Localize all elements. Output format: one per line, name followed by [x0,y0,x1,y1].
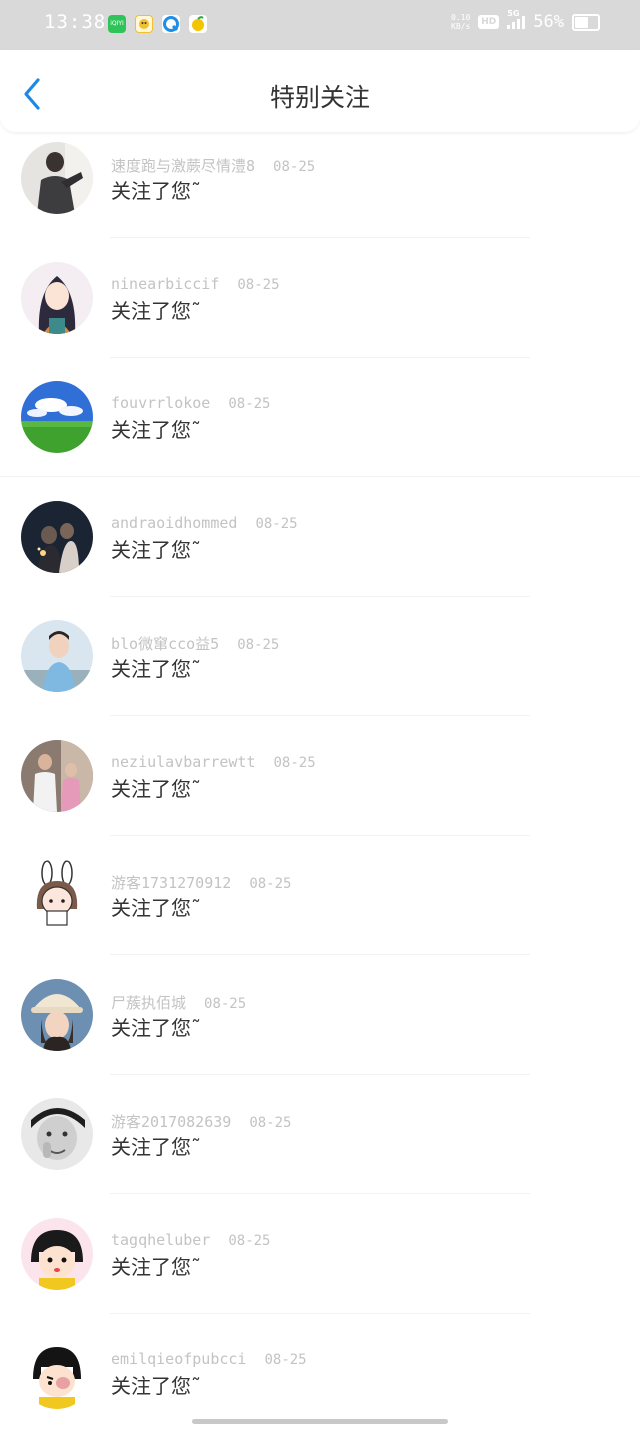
list-item[interactable]: emilqieofpubcci 08-25 关注了您˜ [0,1327,640,1447]
photo-couple-street-avatar[interactable] [21,739,93,812]
fruit-app-icon [189,15,207,33]
status-bar: 13:38 iQIYI 0.10 KB/s HD 5G 56% [0,0,640,50]
item-meta: tagqheluber 08-25 [111,1231,271,1249]
username[interactable]: emilqieofpubcci [111,1350,246,1368]
divider [110,954,530,955]
net-speed: 0.10 KB/s [451,13,471,31]
status-right-cluster: 0.10 KB/s HD 5G 56% [451,9,600,32]
item-meta: neziulavbarrewtt 08-25 [111,753,316,771]
divider [110,1073,530,1075]
photo-girl-bucket-hat-avatar[interactable] [21,978,93,1051]
item-meta: 游客2017082639 08-25 [111,1111,291,1132]
item-meta: blo微窜cco益5 08-25 [111,633,279,654]
date: 08-25 [255,515,298,532]
item-meta: 尸蔟执佰城 08-25 [111,992,246,1013]
item-meta: ninearbiccif 08-25 [111,275,280,293]
message: 关注了您˜ [111,896,201,920]
username[interactable]: neziulavbarrewtt [111,753,256,771]
message: 关注了您˜ [111,298,201,323]
message: 关注了您˜ [111,1015,201,1040]
list-item[interactable]: 游客1731270912 08-25 关注了您˜ [0,849,640,969]
page-title: 特别关注 [269,83,370,112]
battery-icon [572,13,600,31]
nav-bar: 特别关注 [0,50,640,132]
username[interactable]: 尸蔟执佰城 [111,992,186,1013]
status-time: 13:38 [44,11,107,33]
list-item[interactable]: tagqheluber 08-25 关注了您˜ [0,1208,640,1328]
divider [110,1312,530,1314]
photo-boy-avatar[interactable] [21,620,93,692]
divider [0,476,640,477]
item-meta: 速度跑与激蕨尽情澧8 08-25 [111,155,315,176]
message: 关注了您˜ [111,418,201,442]
date: 08-25 [237,637,280,653]
battery-fill [575,16,589,28]
message: 关注了您˜ [111,776,201,801]
divider [110,356,530,358]
date: 08-25 [264,1352,307,1368]
cartoon-maruko-cheek-avatar[interactable] [21,1337,93,1409]
landscape-sky-grass-avatar[interactable] [21,381,93,453]
battery-percent: 56% [533,12,564,32]
date: 08-25 [249,1115,292,1131]
message: 关注了您˜ [111,657,201,681]
list-item[interactable]: 速度跑与激蕨尽情澧8 08-25 关注了您˜ [0,132,640,252]
divider [110,834,530,836]
username[interactable]: 速度跑与激蕨尽情澧8 [111,155,255,176]
cartoon-app-icon [135,15,153,33]
status-app-icons: iQIYI [108,15,207,33]
message: 关注了您˜ [111,1254,201,1279]
date: 08-25 [204,995,247,1012]
username[interactable]: tagqheluber [111,1231,210,1249]
item-meta: andraoidhommed 08-25 [111,514,298,532]
signal-icon: 5G [507,9,526,29]
message: 关注了您˜ [111,1374,201,1398]
message: 关注了您˜ [111,1135,201,1159]
photo-grayscale-boy-avatar[interactable] [21,1098,93,1170]
date: 08-25 [228,1232,271,1249]
message: 关注了您˜ [111,537,201,562]
notification-list: 速度跑与激蕨尽情澧8 08-25 关注了您˜ ninearbiccif 08-2… [0,132,640,1447]
item-meta: emilqieofpubcci 08-25 [111,1350,307,1368]
list-item[interactable]: fouvrrlokoe 08-25 关注了您˜ [0,371,640,491]
date: 08-25 [228,396,271,412]
list-item[interactable]: andraoidhommed 08-25 关注了您˜ [0,491,640,611]
divider [110,237,530,238]
date: 08-25 [249,876,292,892]
cartoon-bunny-girl-avatar[interactable] [21,859,93,931]
list-item[interactable]: ninearbiccif 08-25 关注了您˜ [0,252,640,372]
divider [110,715,530,716]
list-item[interactable]: neziulavbarrewtt 08-25 关注了您˜ [0,730,640,850]
date: 08-25 [273,159,316,175]
list-item[interactable]: blo微窜cco益5 08-25 关注了您˜ [0,610,640,730]
username[interactable]: 游客1731270912 [111,872,231,893]
username[interactable]: andraoidhommed [111,514,237,532]
hd-badge: HD [478,15,500,29]
username[interactable]: fouvrrlokoe [111,394,210,412]
iqiyi-icon: iQIYI [108,15,126,33]
list-item[interactable]: 游客2017082639 08-25 关注了您˜ [0,1088,640,1208]
item-meta: 游客1731270912 08-25 [111,872,291,893]
cartoon-maruko-avatar[interactable] [21,1217,93,1290]
date: 08-25 [237,276,280,293]
photo-person-dark-avatar[interactable] [21,142,93,214]
list-item[interactable]: 尸蔟执佰城 08-25 关注了您˜ [0,969,640,1089]
anime-girl-avatar[interactable] [21,261,93,334]
username[interactable]: ninearbiccif [111,275,219,293]
photo-couple-night-avatar[interactable] [21,500,93,573]
browser-icon [162,15,180,33]
date: 08-25 [273,754,316,771]
message: 关注了您˜ [111,179,201,203]
divider [110,1193,530,1194]
divider [110,595,530,597]
home-indicator[interactable] [192,1419,448,1424]
username[interactable]: 游客2017082639 [111,1111,231,1132]
item-meta: fouvrrlokoe 08-25 [111,394,271,412]
username[interactable]: blo微窜cco益5 [111,633,219,654]
